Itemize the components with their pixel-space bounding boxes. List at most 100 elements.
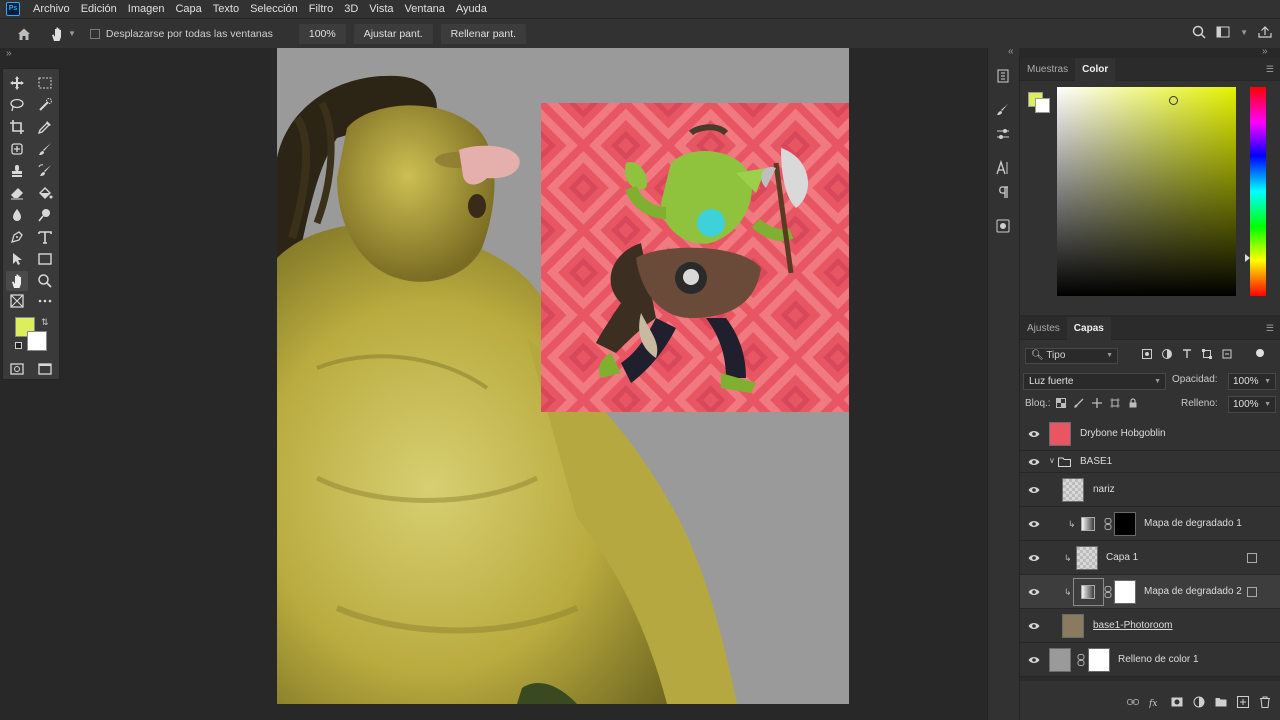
zoom-tool-icon[interactable] <box>34 271 56 291</box>
layer-row[interactable]: Drybone Hobgoblin <box>1020 417 1280 451</box>
menu-imagen[interactable]: Imagen <box>123 0 171 18</box>
layer-mask-thumbnail[interactable] <box>1088 648 1110 672</box>
visibility-eye-icon[interactable] <box>1028 456 1040 468</box>
paragraph-panel-icon[interactable] <box>991 182 1015 202</box>
collapse-panels-icon[interactable]: « <box>1008 46 1014 57</box>
tab-layers[interactable]: Capas <box>1066 316 1111 340</box>
menu-vista[interactable]: Vista <box>364 0 399 18</box>
search-icon[interactable] <box>1192 25 1206 39</box>
quick-select-tool-icon[interactable] <box>34 95 56 115</box>
new-group-icon[interactable] <box>1215 696 1227 708</box>
quick-mask-icon[interactable] <box>6 359 28 379</box>
zoom-100-button[interactable]: 100% <box>298 23 346 44</box>
new-adjustment-layer-icon[interactable] <box>1193 696 1205 708</box>
document-canvas[interactable] <box>277 48 849 704</box>
lock-transparent-icon[interactable] <box>1056 398 1066 408</box>
layers-panel-menu-icon[interactable]: ☰ <box>1266 323 1274 334</box>
marquee-tool-icon[interactable] <box>34 73 56 93</box>
default-colors-icon[interactable] <box>15 342 22 349</box>
brush-tool-icon[interactable] <box>34 139 56 159</box>
chevron-down-icon[interactable]: ▼ <box>68 29 76 38</box>
paint-bucket-tool-icon[interactable] <box>34 183 56 203</box>
link-icon[interactable] <box>1104 586 1112 598</box>
libraries-panel-icon[interactable] <box>991 216 1015 236</box>
layer-row[interactable]: Relleno de color 1 <box>1020 643 1280 677</box>
adjustments-sliders-icon[interactable] <box>991 124 1015 144</box>
menu-edicion[interactable]: Edición <box>76 0 123 18</box>
eraser-tool-icon[interactable] <box>6 183 28 203</box>
hand-tool-icon[interactable] <box>50 26 64 42</box>
menu-capa[interactable]: Capa <box>170 0 207 18</box>
background-color-swatch[interactable] <box>27 331 47 351</box>
lock-all-icon[interactable] <box>1128 398 1138 408</box>
menu-seleccion[interactable]: Selección <box>245 0 304 18</box>
menu-3d[interactable]: 3D <box>339 0 364 18</box>
menu-ventana[interactable]: Ventana <box>400 0 451 18</box>
lasso-tool-icon[interactable] <box>6 95 28 115</box>
visibility-eye-icon[interactable] <box>1028 484 1040 496</box>
lock-artboard-icon[interactable] <box>1110 398 1120 408</box>
crop-tool-icon[interactable] <box>6 117 28 137</box>
filter-pixel-icon[interactable] <box>1142 349 1152 359</box>
layer-mask-thumbnail[interactable] <box>1114 512 1136 536</box>
tab-swatches[interactable]: Muestras <box>1020 58 1075 81</box>
delete-layer-icon[interactable] <box>1259 696 1271 708</box>
lock-pixels-icon[interactable] <box>1074 398 1084 408</box>
dodge-tool-icon[interactable] <box>34 205 56 225</box>
swap-colors-icon[interactable]: ⇅ <box>41 317 49 328</box>
type-tool-icon[interactable] <box>34 227 56 247</box>
pen-tool-icon[interactable] <box>6 227 28 247</box>
layer-row[interactable]: nariz <box>1020 473 1280 507</box>
eyedropper-tool-icon[interactable] <box>34 117 56 137</box>
collapse-right-dock-icon[interactable]: » <box>1262 46 1268 57</box>
tab-adjustments[interactable]: Ajustes <box>1020 317 1067 340</box>
layer-row[interactable]: ↳ Mapa de degradado 1 <box>1020 507 1280 541</box>
home-icon[interactable] <box>16 26 32 42</box>
fit-screen-button[interactable]: Ajustar pant. <box>353 23 433 44</box>
history-panel-icon[interactable] <box>991 66 1015 86</box>
layer-effects-icon[interactable]: fx <box>1149 696 1161 708</box>
scroll-all-windows-checkbox[interactable] <box>89 28 100 39</box>
color-background-swatch[interactable] <box>1035 98 1050 113</box>
add-mask-icon[interactable] <box>1171 696 1183 708</box>
link-icon[interactable] <box>1077 654 1085 666</box>
healing-brush-tool-icon[interactable] <box>6 139 28 159</box>
hand-tool-button[interactable] <box>6 271 28 291</box>
hue-slider[interactable] <box>1250 87 1266 296</box>
document-workspace[interactable] <box>60 48 987 720</box>
opacity-input[interactable]: 100% ▼ <box>1228 373 1276 390</box>
menu-texto[interactable]: Texto <box>208 0 245 18</box>
group-expand-chevron-icon[interactable]: ∨ <box>1049 456 1055 465</box>
filter-shape-icon[interactable] <box>1202 349 1212 359</box>
menu-archivo[interactable]: Archivo <box>28 0 76 18</box>
layer-row[interactable]: ↳ Capa 1 <box>1020 541 1280 575</box>
lock-position-icon[interactable] <box>1092 398 1102 408</box>
move-tool-icon[interactable] <box>6 73 28 93</box>
saturation-brightness-field[interactable] <box>1057 87 1236 296</box>
fill-screen-button[interactable]: Rellenar pant. <box>440 23 527 44</box>
layer-row-selected[interactable]: ↳ Mapa de degradado 2 <box>1020 575 1280 609</box>
collapse-toolbar-icon[interactable]: » <box>6 48 12 59</box>
workspace-chevron-icon[interactable]: ▼ <box>1240 28 1248 37</box>
visibility-eye-icon[interactable] <box>1028 552 1040 564</box>
filter-type-icon[interactable] <box>1182 349 1192 359</box>
link-layers-icon[interactable] <box>1127 696 1139 708</box>
new-layer-icon[interactable] <box>1237 696 1249 708</box>
layer-row[interactable]: base1-Photoroom <box>1020 609 1280 643</box>
share-icon[interactable] <box>1258 26 1272 38</box>
panel-menu-icon[interactable]: ☰ <box>1266 64 1274 75</box>
filter-adjustment-icon[interactable] <box>1162 349 1172 359</box>
layer-group-row[interactable]: ∨ BASE1 <box>1020 451 1280 473</box>
visibility-eye-icon[interactable] <box>1028 586 1040 598</box>
layer-filter-select[interactable]: 🔍︎ Tipo ▼ <box>1025 348 1118 364</box>
clone-stamp-tool-icon[interactable] <box>6 161 28 181</box>
workspace-icon[interactable] <box>1216 26 1230 38</box>
visibility-eye-icon[interactable] <box>1028 428 1040 440</box>
tab-color[interactable]: Color <box>1075 57 1116 81</box>
hobgoblin-illustration[interactable] <box>541 103 849 412</box>
path-selection-tool-icon[interactable] <box>6 249 28 269</box>
layer-mask-thumbnail[interactable] <box>1114 580 1136 604</box>
history-brush-tool-icon[interactable] <box>34 161 56 181</box>
link-icon[interactable] <box>1104 518 1112 530</box>
screen-mode-icon[interactable] <box>34 359 56 379</box>
